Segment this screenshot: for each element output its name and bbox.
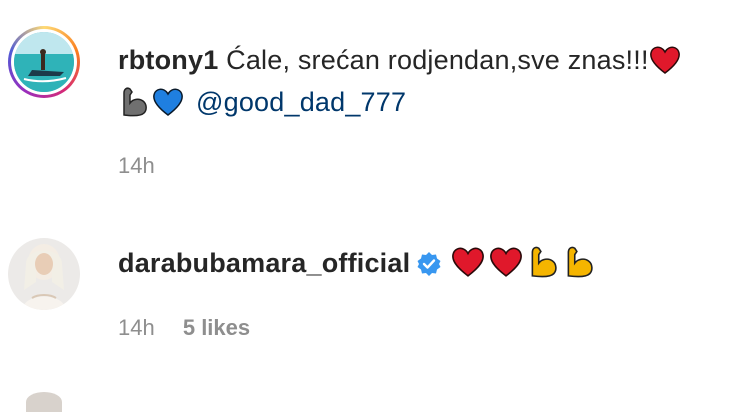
red-heart-icon xyxy=(450,246,486,287)
flexed-biceps-icon xyxy=(118,85,150,126)
mention-link[interactable]: @good_dad_777 xyxy=(196,87,406,117)
avatar[interactable] xyxy=(26,392,62,412)
comment-text: Ćale, srećan rodjendan,sve znas!!! xyxy=(226,45,649,75)
comment-timestamp[interactable]: 14h xyxy=(118,153,155,178)
avatar-image xyxy=(14,32,74,92)
flexed-biceps-icon xyxy=(562,244,596,287)
flexed-biceps-icon xyxy=(526,244,560,287)
comment-body: darabubamara_official xyxy=(118,244,713,287)
red-heart-icon xyxy=(649,45,681,84)
red-heart-icon xyxy=(488,246,524,287)
username[interactable]: darabubamara_official xyxy=(118,248,410,278)
comment-meta: 14h xyxy=(118,153,155,179)
avatar[interactable] xyxy=(8,238,80,310)
username[interactable]: rbtony1 xyxy=(118,45,218,75)
comment-timestamp[interactable]: 14h xyxy=(118,315,155,340)
verified-badge-icon xyxy=(416,250,442,286)
avatar[interactable] xyxy=(8,26,80,98)
avatar-image xyxy=(8,238,80,310)
blue-heart-icon xyxy=(152,87,184,126)
comment-meta: 14h 5 likes xyxy=(118,315,250,341)
likes-count[interactable]: 5 likes xyxy=(183,315,250,340)
comment-body: rbtony1 Ćale, srećan rodjendan,sve znas!… xyxy=(118,42,713,126)
